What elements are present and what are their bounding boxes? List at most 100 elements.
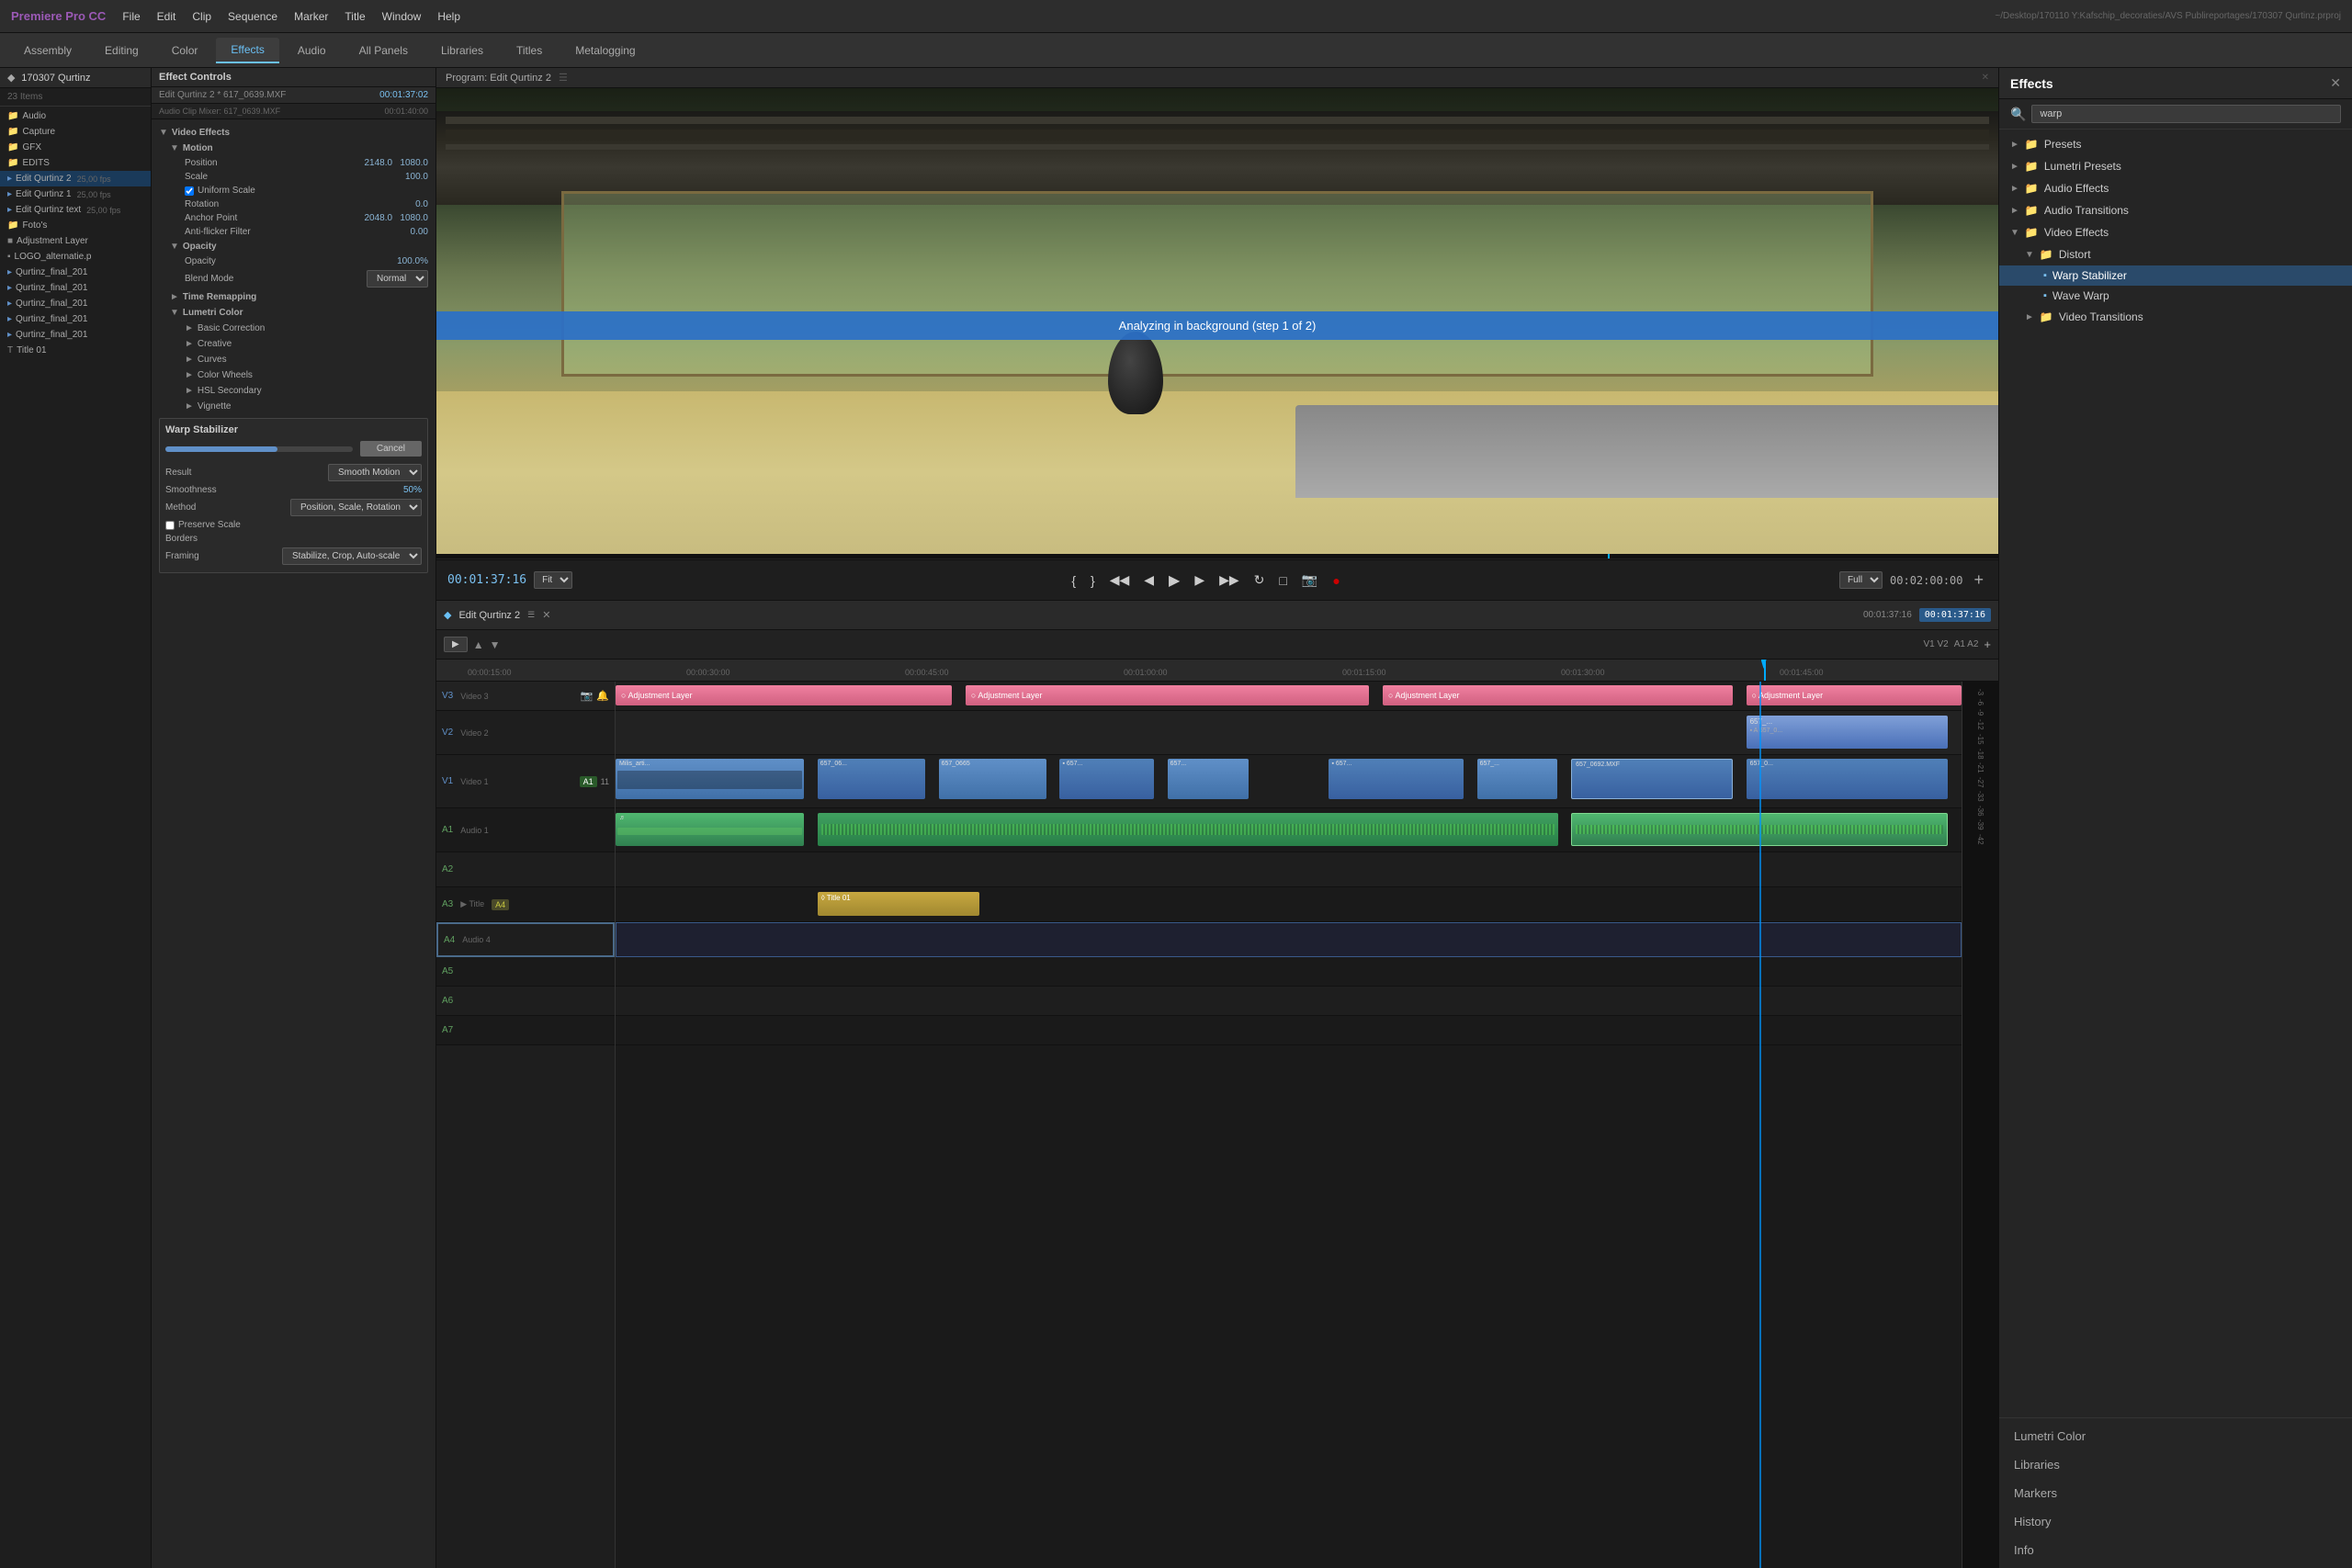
project-item-edit-qurtinz2[interactable]: ▸ Edit Qurtinz 2 25,00 fps [0,171,151,186]
lumetri-color-section[interactable]: ▼ Lumetri Color [170,305,428,321]
safe-margins-button[interactable]: □ [1275,571,1290,590]
creative[interactable]: ► Creative [185,336,428,352]
project-item-capture[interactable]: 📁 Capture [0,124,151,140]
tree-distort[interactable]: ▼ 📁 Distort [1999,243,2352,265]
blend-mode-select[interactable]: Normal [367,270,428,288]
menu-edit[interactable]: Edit [157,10,176,23]
uniform-scale-checkbox[interactable] [185,186,194,196]
project-item-qf3[interactable]: ▸ Qurtinz_final_201 [0,296,151,311]
project-item-qf5[interactable]: ▸ Qurtinz_final_201 [0,327,151,343]
project-item-adj[interactable]: ■ Adjustment Layer [0,233,151,249]
tree-wave-warp[interactable]: ▪ Wave Warp [1999,286,2352,306]
tab-effects[interactable]: Effects [216,38,278,63]
curves[interactable]: ► Curves [185,352,428,367]
menu-clip[interactable]: Clip [192,10,211,23]
a1-clip-1[interactable]: ♬ [616,813,804,846]
sequence-button[interactable]: ▶ [444,637,468,652]
record-button[interactable]: ● [1329,571,1343,590]
menu-window[interactable]: Window [382,10,422,23]
video-effects-section[interactable]: ▼ Video Effects [159,125,428,141]
v1-clip-8[interactable]: 657_0692.MXF [1571,759,1733,799]
project-item-qf4[interactable]: ▸ Qurtinz_final_201 [0,311,151,327]
info-nav[interactable]: Info [1999,1536,2352,1564]
adj-layer-4[interactable]: ○ Adjustment Layer [1747,685,1962,705]
a1-clip-3[interactable] [1571,813,1948,846]
effects-close-button[interactable]: ✕ [2330,75,2341,91]
menu-file[interactable]: File [122,10,140,23]
play-button[interactable]: ▶ [1165,570,1183,592]
history-nav[interactable]: History [1999,1507,2352,1536]
tab-all-panels[interactable]: All Panels [345,39,423,62]
loop-button[interactable]: ↻ [1250,570,1269,590]
zoom-out-button[interactable]: ▼ [490,638,501,651]
v1-clip-4[interactable]: ▪ 657... [1059,759,1154,799]
v1-clip-1[interactable]: Milis_arti... [616,759,804,799]
project-item-edit-text[interactable]: ▸ Edit Qurtinz text 25,00 fps [0,202,151,218]
preserve-scale-checkbox[interactable] [165,521,175,530]
zoom-in-button[interactable]: ▲ [473,638,484,651]
menu-sequence[interactable]: Sequence [228,10,277,23]
v1-clip-3[interactable]: 657_0665 [939,759,1046,799]
v1-clip-2[interactable]: 657_06... [818,759,925,799]
project-item-audio[interactable]: 📁 Audio [0,108,151,124]
color-wheels[interactable]: ► Color Wheels [185,367,428,383]
mark-out-button[interactable]: } [1087,571,1099,590]
project-item-qf2[interactable]: ▸ Qurtinz_final_201 [0,280,151,296]
v1-clip-6[interactable]: ▪ 657... [1329,759,1464,799]
method-select[interactable]: Position, Scale, Rotation [290,499,422,516]
tab-metalogging[interactable]: Metalogging [560,39,650,62]
adj-layer-3[interactable]: ○ Adjustment Layer [1383,685,1733,705]
time-remapping-section[interactable]: ► Time Remapping [170,289,428,305]
menu-help[interactable]: Help [437,10,460,23]
effects-search-input[interactable] [2031,105,2341,123]
menu-marker[interactable]: Marker [294,10,328,23]
menu-title[interactable]: Title [345,10,365,23]
libraries-nav[interactable]: Libraries [1999,1450,2352,1479]
tree-lumetri-presets[interactable]: ► 📁 Lumetri Presets [1999,155,2352,177]
opacity-section[interactable]: ▼ Opacity [170,239,428,254]
result-select[interactable]: Smooth Motion [328,464,422,481]
project-item-qf1[interactable]: ▸ Qurtinz_final_201 [0,265,151,280]
add-clip-button[interactable]: + [1971,569,1988,592]
fit-select[interactable]: Fit [534,571,572,589]
hsl-secondary[interactable]: ► HSL Secondary [185,383,428,399]
adj-layer-2[interactable]: ○ Adjustment Layer [966,685,1370,705]
next-frame-button[interactable]: ▶ [1191,570,1208,590]
tree-video-transitions[interactable]: ► 📁 Video Transitions [1999,306,2352,328]
quality-select[interactable]: Full [1839,571,1883,589]
lumetri-color-nav[interactable]: Lumetri Color [1999,1422,2352,1450]
project-item-logo[interactable]: ▪ LOGO_alternatie.p [0,249,151,265]
tab-color[interactable]: Color [157,39,213,62]
vignette[interactable]: ► Vignette [185,399,428,414]
tab-audio[interactable]: Audio [283,39,341,62]
project-item-edit-qurtinz1[interactable]: ▸ Edit Qurtinz 1 25,00 fps [0,186,151,202]
adj-layer-1[interactable]: ○ Adjustment Layer [616,685,952,705]
tree-audio-transitions[interactable]: ► 📁 Audio Transitions [1999,199,2352,221]
tree-warp-stabilizer[interactable]: ▪ Warp Stabilizer [1999,265,2352,286]
step-back-button[interactable]: ◀◀ [1106,570,1134,590]
framing-select[interactable]: Stabilize, Crop, Auto-scale [282,547,422,565]
tree-audio-effects[interactable]: ► 📁 Audio Effects [1999,177,2352,199]
step-forward-button[interactable]: ▶▶ [1216,570,1243,590]
basic-correction[interactable]: ► Basic Correction [185,321,428,336]
tab-libraries[interactable]: Libraries [426,39,498,62]
project-item-edits[interactable]: 📁 EDITS [0,155,151,171]
v1-clip-7[interactable]: 657_... [1477,759,1558,799]
v1-clip-9[interactable]: 657_0... [1747,759,1949,799]
tab-assembly[interactable]: Assembly [9,39,86,62]
a1-clip-2[interactable] [818,813,1558,846]
tree-video-effects[interactable]: ▼ 📁 Video Effects [1999,221,2352,243]
v2-clip-1[interactable]: 657_...▪ A 657_0... [1747,716,1949,749]
project-item-title01[interactable]: T Title 01 [0,343,151,358]
v1-clip-5[interactable]: 657... [1168,759,1249,799]
tab-titles[interactable]: Titles [502,39,557,62]
add-track-button[interactable]: + [1984,637,1991,651]
export-frame-button[interactable]: 📷 [1298,570,1321,590]
cancel-button[interactable]: Cancel [360,441,422,457]
tab-editing[interactable]: Editing [90,39,153,62]
motion-section[interactable]: ▼ Motion [170,141,428,156]
project-item-gfx[interactable]: 📁 GFX [0,140,151,155]
timeline-close-button[interactable]: ✕ [542,609,550,621]
markers-nav[interactable]: Markers [1999,1479,2352,1507]
tree-presets[interactable]: ► 📁 Presets [1999,133,2352,155]
